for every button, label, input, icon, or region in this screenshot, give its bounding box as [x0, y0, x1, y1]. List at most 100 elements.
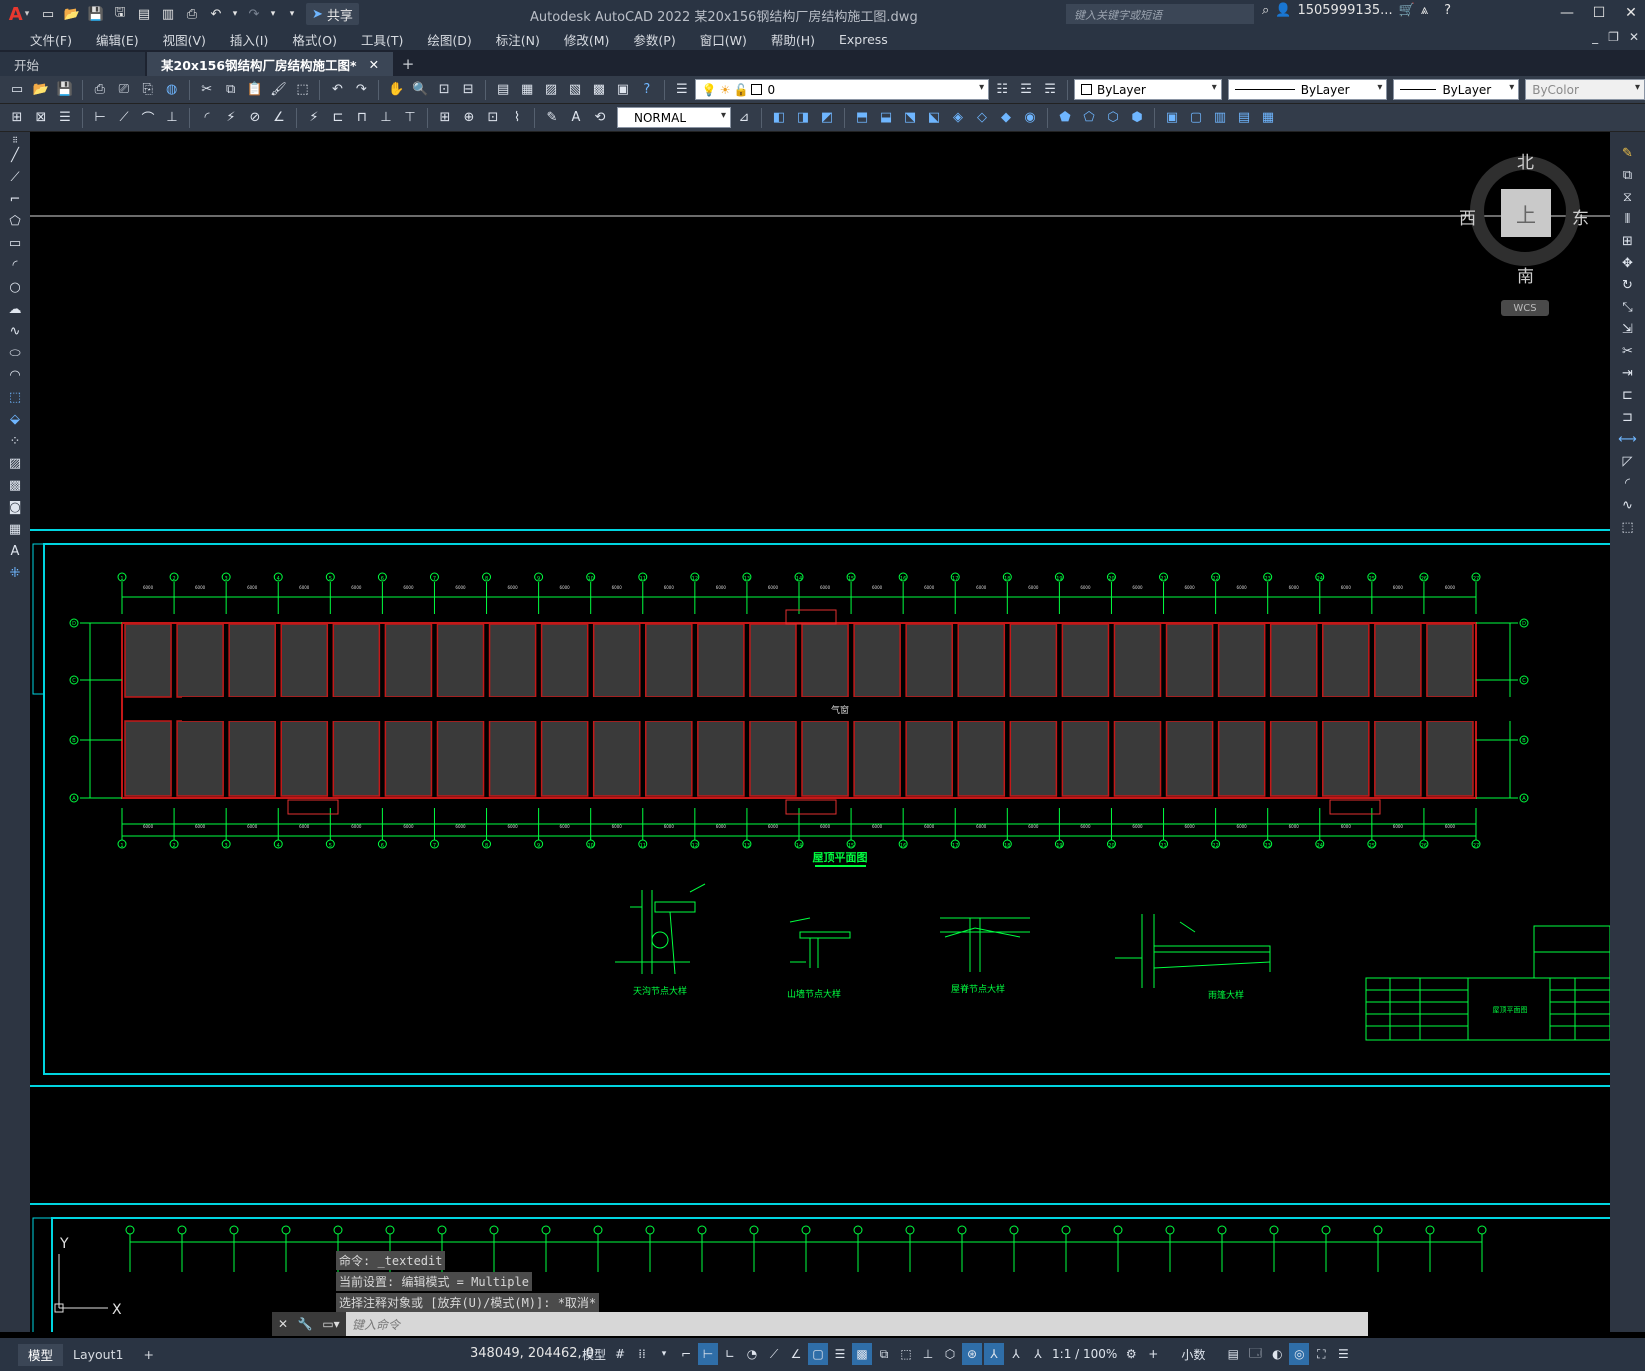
explode-icon[interactable]: ⬚ [1615, 516, 1641, 538]
layer-previous-icon[interactable]: ☲ [1015, 79, 1037, 101]
help-toolbar-icon[interactable]: ? [636, 79, 658, 101]
publish-web-icon[interactable]: ◍ [161, 79, 183, 101]
coordinates-display[interactable]: 348049, 204462, 0 [470, 1346, 594, 1361]
open-file-icon[interactable]: 📂 [62, 4, 82, 24]
save-toolbar-icon[interactable]: 💾 [54, 79, 76, 101]
undo-icon[interactable]: ↶ [206, 4, 226, 24]
line-icon[interactable]: ╱ [2, 144, 28, 166]
hatch-icon[interactable]: ▨ [2, 452, 28, 474]
menu-draw[interactable]: 绘图(D) [415, 30, 483, 49]
compass-west[interactable]: 西 [1459, 204, 1476, 229]
autodesk-app-icon[interactable]: ⩓ [1421, 3, 1428, 18]
menu-view[interactable]: 视图(V) [151, 30, 218, 49]
tab-model[interactable]: 模型 [18, 1343, 64, 1366]
ellipse-icon[interactable]: ⬭ [2, 342, 28, 364]
maximize-icon[interactable]: ☐ [1589, 3, 1609, 23]
stretch-icon[interactable]: ⇲ [1615, 318, 1641, 340]
add-layout-icon[interactable]: + [133, 1344, 163, 1366]
make-block-icon[interactable]: ⬙ [2, 408, 28, 430]
menu-edit[interactable]: 编辑(E) [84, 30, 151, 49]
aligned-dimension-icon[interactable]: ⟋ [113, 107, 135, 129]
thicken-icon[interactable]: ▦ [1257, 107, 1279, 129]
clean-icon[interactable]: ⬠ [1078, 107, 1100, 129]
delete-faces-icon[interactable]: ⬕ [923, 107, 945, 129]
menu-window[interactable]: 窗口(W) [688, 30, 759, 49]
layer-isolate-icon[interactable]: ⊠ [30, 107, 52, 129]
share-button[interactable]: ➤ 共享 [306, 3, 359, 25]
move-icon[interactable]: ✥ [1615, 252, 1641, 274]
extract-edges-icon[interactable]: ▢ [1185, 107, 1207, 129]
ortho-icon[interactable]: ∟ [720, 1343, 740, 1365]
toolbar-grip-icon[interactable]: ⠿ [2, 136, 28, 145]
arc-length-icon[interactable]: ⌒ [137, 107, 159, 129]
match-properties-icon[interactable]: 🖌 [268, 79, 290, 101]
rotate-faces-icon[interactable]: ◈ [947, 107, 969, 129]
polygon-icon[interactable]: ⬠ [2, 210, 28, 232]
doc-minimize-icon[interactable]: _ [1592, 30, 1598, 44]
recent-commands-icon[interactable]: ▭▾ [316, 1312, 346, 1336]
viewcube-top-face[interactable]: 上 [1501, 189, 1551, 237]
annotation-visibility-icon[interactable]: ⅄ [984, 1343, 1005, 1365]
scale-icon[interactable]: ⤡ [1615, 296, 1641, 318]
solid-intersect-icon[interactable]: ◩ [816, 107, 838, 129]
angular-dimension-icon[interactable]: ∠ [268, 107, 290, 129]
customization-icon[interactable]: ☰ [1333, 1343, 1353, 1365]
qnew-icon[interactable]: ▭ [6, 79, 28, 101]
taper-faces-icon[interactable]: ◇ [971, 107, 993, 129]
doc-close-icon[interactable]: ✕ [1629, 30, 1639, 44]
dimension-text-edit-icon[interactable]: A [565, 107, 587, 129]
save-icon[interactable]: 💾 [86, 4, 106, 24]
tolerance-icon[interactable]: ⊞ [434, 107, 456, 129]
snap-icon[interactable]: ⁞⁞ [632, 1343, 652, 1365]
open-icon[interactable]: 📂 [30, 79, 52, 101]
lineweight-icon[interactable]: ☰ [830, 1343, 850, 1365]
pan-icon[interactable]: ✋ [385, 79, 407, 101]
extend-icon[interactable]: ⇥ [1615, 362, 1641, 384]
break-at-point-icon[interactable]: ⊏ [1615, 384, 1641, 406]
blend-curves-icon[interactable]: ∿ [1615, 494, 1641, 516]
revision-cloud-icon[interactable]: ☁ [2, 298, 28, 320]
linear-dimension-icon[interactable]: ⊢ [89, 107, 111, 129]
new-file-icon[interactable]: ▭ [38, 4, 58, 24]
lineweight-dropdown[interactable]: ByLayer ▾ [1393, 79, 1520, 100]
redo-toolbar-icon[interactable]: ↷ [350, 79, 372, 101]
save-to-web-icon[interactable]: ▥ [158, 4, 178, 24]
3d-object-snap-icon[interactable]: ⬚ [896, 1343, 916, 1365]
copy-object-icon[interactable]: ⧉ [1615, 164, 1641, 186]
clean-screen-icon[interactable]: ⛶ [1311, 1343, 1331, 1365]
rectangle-icon[interactable]: ▭ [2, 232, 28, 254]
linetype-dropdown[interactable]: ByLayer ▾ [1227, 79, 1388, 100]
open-from-web-icon[interactable]: ▤ [134, 4, 154, 24]
dynamic-input-icon[interactable]: ⊢ [698, 1343, 719, 1365]
isometric-icon[interactable]: ⟋ [764, 1343, 784, 1365]
close-icon[interactable]: ✕ [1621, 3, 1641, 23]
search-icon[interactable]: ⌕ [1262, 3, 1269, 18]
menu-tools[interactable]: 工具(T) [349, 30, 415, 49]
markup-icon[interactable]: ▩ [588, 79, 610, 101]
tool-palettes-icon[interactable]: ▨ [540, 79, 562, 101]
solid-subtract-icon[interactable]: ◨ [792, 107, 814, 129]
auto-scale-icon[interactable]: ⅄ [1006, 1343, 1026, 1365]
calculator-icon[interactable]: ▣ [612, 79, 634, 101]
menu-express[interactable]: Express [827, 32, 900, 47]
user-icon[interactable]: 👤 [1275, 3, 1291, 18]
quick-dimension-icon[interactable]: ⚡ [303, 107, 325, 129]
layer-dropdown[interactable]: 💡 ☀ 🔓 0 ▾ [694, 79, 990, 100]
plotstyle-dropdown[interactable]: ByColor ▾ [1525, 79, 1645, 100]
point-icon[interactable]: ⁘ [2, 430, 28, 452]
offset-icon[interactable]: ⫴ [1615, 208, 1641, 230]
tab-layout1[interactable]: Layout1 [63, 1344, 133, 1366]
circle-icon[interactable]: ○ [2, 276, 28, 298]
solid-union-icon[interactable]: ◧ [768, 107, 790, 129]
gizmo-icon[interactable]: ⊛ [962, 1343, 983, 1365]
redo-dropdown-icon[interactable]: ▾ [268, 4, 278, 24]
annotation-scale-value[interactable]: 1:1 / 100% [1050, 1343, 1119, 1365]
continue-dimension-icon[interactable]: ⊓ [351, 107, 373, 129]
trim-icon[interactable]: ✂ [1615, 340, 1641, 362]
doc-restore-icon[interactable]: ❐ [1608, 30, 1619, 44]
dimension-space-icon[interactable]: ⊥ [375, 107, 397, 129]
snap-dropdown-icon[interactable]: ▾ [654, 1343, 674, 1365]
table-icon[interactable]: ▦ [2, 518, 28, 540]
add-selected-icon[interactable]: ⁜ [2, 562, 28, 584]
menu-format[interactable]: 格式(O) [280, 30, 349, 49]
